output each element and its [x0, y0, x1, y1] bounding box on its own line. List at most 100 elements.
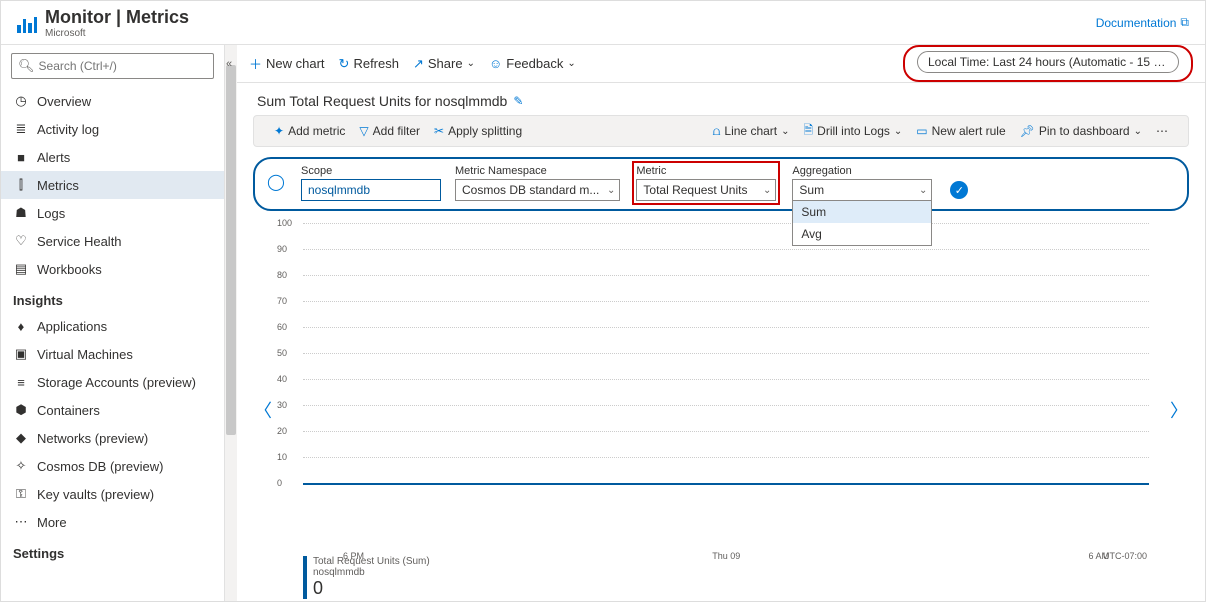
- nav-icon: ◆: [13, 430, 29, 446]
- chart-body: 01020304050607080901006 PMThu 096 AMUTC-…: [273, 219, 1169, 601]
- metric-field[interactable]: Total Request Units⌄: [636, 179, 776, 201]
- new-chart-button[interactable]: ＋New chart: [249, 54, 325, 73]
- sidebar: 🔍︎ ◷ Overview ≣Activity log ■ Alerts ⫿Metrics…: [1, 45, 225, 601]
- chart-type-dropdown[interactable]: ⩍Line chart⌄: [713, 124, 790, 139]
- nav-label: Storage Accounts (preview): [37, 375, 196, 390]
- metric-highlight: Metric Total Request Units⌄: [632, 161, 780, 205]
- page-title: Monitor | Metrics: [45, 7, 189, 28]
- nav-icon: ▤: [13, 261, 29, 277]
- sidebar-item-containers[interactable]: ⬢ Containers: [1, 396, 224, 424]
- more-icon: ⋯: [1156, 124, 1168, 138]
- new-alert-button[interactable]: ▭New alert rule: [916, 124, 1005, 138]
- nav-label: Service Health: [37, 234, 122, 249]
- chevron-down-icon: ⌄: [567, 58, 575, 69]
- nav-label: Overview: [37, 94, 91, 109]
- sidebar-item-storage-accounts-preview-[interactable]: ≡ Storage Accounts (preview): [1, 368, 224, 396]
- nav-label: Alerts: [37, 150, 70, 165]
- metric-selectors: ◯ Scope nosqlmmdb Metric Namespace Cosmo…: [253, 157, 1189, 211]
- nav-label: Containers: [37, 403, 100, 418]
- nav-icon: ♦: [13, 318, 29, 334]
- nav-icon: ▣: [13, 346, 29, 362]
- sidebar-item-overview[interactable]: ◷ Overview: [1, 87, 224, 115]
- pin-icon: 📌︎: [1020, 124, 1035, 138]
- sidebar-item-metrics[interactable]: ⫿Metrics: [1, 171, 224, 199]
- sidebar-item-networks-preview-[interactable]: ◆Networks (preview): [1, 424, 224, 452]
- refresh-button[interactable]: ↻Refresh: [339, 56, 399, 72]
- main-content: ＋New chart ↻Refresh ↗Share⌄ ☺Feedback⌄ L…: [237, 45, 1205, 601]
- apply-check-button[interactable]: ✓: [950, 181, 968, 199]
- metric-label: Metric: [636, 165, 776, 177]
- sidebar-item-activity-log[interactable]: ≣Activity log: [1, 115, 224, 143]
- nav-icon: ≣: [13, 121, 29, 137]
- monitor-logo-icon: [17, 13, 37, 33]
- nav-label: Key vaults (preview): [37, 487, 154, 502]
- time-range-picker[interactable]: Local Time: Last 24 hours (Automatic - 1…: [917, 51, 1179, 73]
- collapse-sidebar-button[interactable]: «: [226, 58, 232, 70]
- page-subtitle: Microsoft: [45, 28, 189, 39]
- nav-icon: ⬢: [13, 402, 29, 418]
- nav-label: More: [37, 515, 67, 530]
- namespace-selector[interactable]: Metric Namespace Cosmos DB standard m...…: [455, 165, 620, 201]
- sidebar-item-logs[interactable]: ☗Logs: [1, 199, 224, 227]
- sidebar-item-virtual-machines[interactable]: ▣ Virtual Machines: [1, 340, 224, 368]
- nav-icon: ⚿: [13, 486, 29, 502]
- add-metric-button[interactable]: ✦Add metric: [274, 124, 345, 138]
- apply-splitting-button[interactable]: ✂Apply splitting: [434, 124, 522, 138]
- aggregation-selector[interactable]: Aggregation Sum⌄ Sum Avg: [792, 165, 932, 201]
- sidebar-item-key-vaults-preview-[interactable]: ⚿ Key vaults (preview): [1, 480, 224, 508]
- sidebar-item-alerts[interactable]: ■ Alerts: [1, 143, 224, 171]
- insights-heading: Insights: [1, 283, 224, 312]
- nav-icon: ⋯: [13, 514, 29, 530]
- sidebar-item-applications[interactable]: ♦ Applications: [1, 312, 224, 340]
- search-input[interactable]: [39, 59, 207, 73]
- share-button[interactable]: ↗Share⌄: [413, 56, 475, 72]
- nav-icon: ♡: [13, 233, 29, 249]
- chevron-down-icon: ⌄: [894, 126, 902, 137]
- feedback-button[interactable]: ☺Feedback⌄: [489, 56, 576, 71]
- nav-icon: ≡: [13, 374, 29, 390]
- sidebar-item-more[interactable]: ⋯ More: [1, 508, 224, 536]
- chart-title: Sum Total Request Units for nosqlmmdb: [257, 93, 507, 109]
- scope-label: Scope: [301, 165, 441, 177]
- namespace-label: Metric Namespace: [455, 165, 620, 177]
- add-filter-button[interactable]: ▽Add filter: [359, 124, 420, 138]
- line-chart-icon: ⩍: [713, 124, 721, 139]
- nav-label: Workbooks: [37, 262, 102, 277]
- aggregation-label: Aggregation: [792, 165, 932, 177]
- drill-logs-button[interactable]: 🗎Drill into Logs⌄: [804, 121, 903, 142]
- scope-selector[interactable]: Scope nosqlmmdb: [301, 165, 441, 201]
- chevron-down-icon: ⌄: [781, 126, 789, 137]
- aggregation-option-avg[interactable]: Avg: [793, 223, 931, 245]
- settings-heading: Settings: [1, 536, 224, 565]
- scope-field[interactable]: nosqlmmdb: [301, 179, 441, 201]
- scrollbar-thumb[interactable]: [226, 65, 236, 435]
- nav-icon: ⫿: [13, 177, 29, 193]
- nav-label: Applications: [37, 319, 107, 334]
- chart-next-button[interactable]: 〉: [1169, 219, 1189, 601]
- header-title-block: Monitor | Metrics Microsoft: [45, 7, 189, 39]
- nav-icon: ✧: [13, 458, 29, 474]
- nav-icon: ■: [13, 149, 29, 165]
- sidebar-item-workbooks[interactable]: ▤ Workbooks: [1, 255, 224, 283]
- sidebar-item-cosmos-db-preview-[interactable]: ✧Cosmos DB (preview): [1, 452, 224, 480]
- search-icon: 🔍︎: [18, 58, 35, 74]
- edit-title-button[interactable]: ✎: [513, 94, 523, 108]
- aggregation-option-sum[interactable]: Sum: [793, 201, 931, 223]
- sidebar-search[interactable]: 🔍︎: [11, 53, 214, 79]
- external-link-icon: ⧉: [1180, 15, 1189, 30]
- page-toolbar: ＋New chart ↻Refresh ↗Share⌄ ☺Feedback⌄ L…: [237, 45, 1205, 83]
- nav-icon: ☗: [13, 205, 29, 221]
- namespace-field[interactable]: Cosmos DB standard m...⌄: [455, 179, 620, 201]
- documentation-link[interactable]: Documentation ⧉: [1096, 15, 1189, 30]
- nav-icon: ◷: [13, 93, 29, 109]
- more-options-button[interactable]: ⋯: [1156, 124, 1168, 138]
- chart-prev-button[interactable]: 〈: [253, 219, 273, 601]
- pin-dashboard-button[interactable]: 📌︎Pin to dashboard⌄: [1020, 124, 1142, 138]
- sidebar-item-service-health[interactable]: ♡ Service Health: [1, 227, 224, 255]
- sidebar-scrollbar[interactable]: [225, 45, 237, 601]
- aggregation-field[interactable]: Sum⌄: [792, 179, 932, 201]
- metric-selector[interactable]: Metric Total Request Units⌄: [636, 165, 776, 201]
- main-layout: 🔍︎ ◷ Overview ≣Activity log ■ Alerts ⫿Metrics…: [1, 45, 1205, 601]
- nav-label: Virtual Machines: [37, 347, 133, 362]
- time-range-highlight: Local Time: Last 24 hours (Automatic - 1…: [903, 45, 1193, 82]
